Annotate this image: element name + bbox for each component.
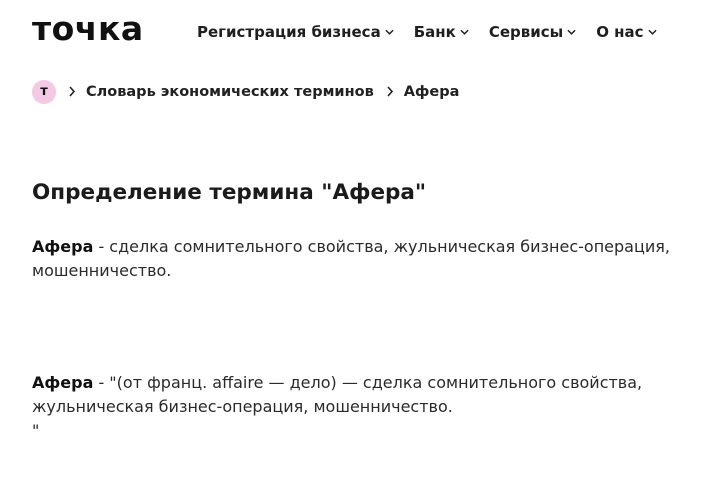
chevron-down-icon <box>567 29 576 35</box>
home-badge[interactable]: т <box>32 79 56 104</box>
nav-item-services[interactable]: Сервисы <box>489 23 576 41</box>
breadcrumb: т Словарь экономических терминов Афера <box>32 79 459 104</box>
nav-item-label: Сервисы <box>488 23 564 41</box>
definition-paragraph: Афера - сделка сомнительного свойства, ж… <box>32 235 672 283</box>
chevron-right-icon <box>69 86 76 97</box>
definition-term: Афера <box>32 237 94 256</box>
logo[interactable]: точка <box>32 9 144 49</box>
nav-item-bank[interactable]: Банк <box>414 23 469 41</box>
definition-paragraph-source: Афера - "(от франц. affaire — дело) — сд… <box>32 371 672 443</box>
chevron-down-icon <box>460 29 469 35</box>
nav-item-label: О нас <box>596 23 644 41</box>
nav-item-business-registration[interactable]: Регистрация бизнеса <box>197 23 394 41</box>
breadcrumb-item-current: Афера <box>403 83 460 100</box>
site-header: точка Регистрация бизнеса Банк Сервисы О… <box>0 0 705 62</box>
definition-trailing-quote: " <box>32 421 40 440</box>
nav-item-label: Регистрация бизнеса <box>197 23 381 41</box>
chevron-down-icon <box>647 29 657 35</box>
definition-term: Афера <box>32 373 94 392</box>
page-title: Определение термина "Афера" <box>32 180 427 205</box>
main-nav: Регистрация бизнеса Банк Сервисы О нас <box>197 21 677 43</box>
chevron-right-icon <box>387 86 393 97</box>
definition-text: - сделка сомнительного свойства, жульнич… <box>32 237 670 280</box>
nav-item-label: Банк <box>413 23 456 41</box>
breadcrumb-item-dictionary[interactable]: Словарь экономических терминов <box>86 84 374 100</box>
nav-item-about[interactable]: О нас <box>596 23 657 41</box>
chevron-down-icon <box>385 29 394 35</box>
definition-text: - "(от франц. affaire — дело) — сделка с… <box>32 373 643 416</box>
